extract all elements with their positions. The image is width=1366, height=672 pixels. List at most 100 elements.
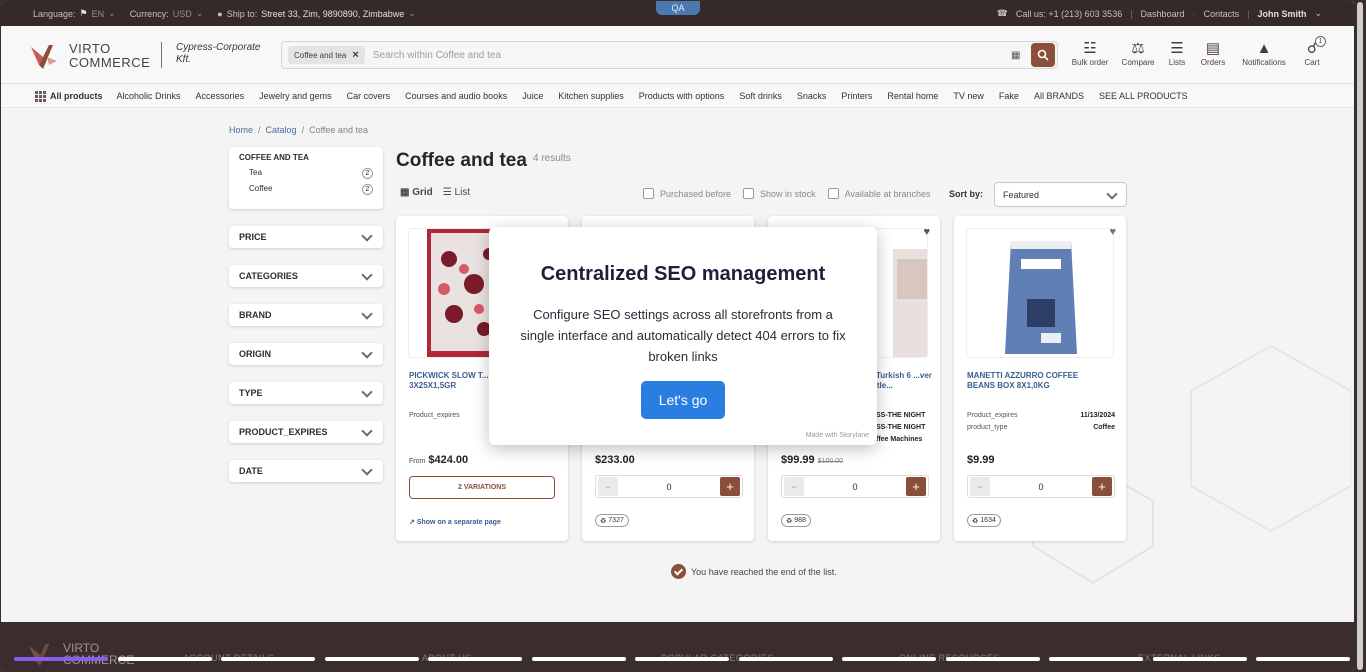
wishlist-heart-icon[interactable]: ♥ xyxy=(1109,226,1116,238)
show-on-separate-page-link[interactable]: ↗ Show on a separate page xyxy=(409,518,501,526)
footer-logo[interactable]: VIRTOCOMMERCE xyxy=(29,642,134,666)
language-selector[interactable]: Language: ⚑ EN ⌄ xyxy=(33,8,116,19)
page-scrollbar[interactable] xyxy=(1354,0,1366,672)
currency-selector[interactable]: Currency: USD ⌄ xyxy=(130,8,204,19)
progress-segment-active xyxy=(14,657,108,661)
lets-go-button[interactable]: Let's go xyxy=(641,381,725,419)
increase-button[interactable]: + xyxy=(719,477,740,496)
quantity-stepper[interactable]: − 0 + xyxy=(967,475,1115,498)
compare-button[interactable]: ⚖ Compare xyxy=(1114,40,1162,67)
quantity-value[interactable]: 0 xyxy=(1038,482,1043,492)
grid-view-button[interactable]: ▦ Grid xyxy=(400,187,433,198)
decrease-button[interactable]: − xyxy=(970,477,990,496)
barcode-scanner-icon[interactable]: ▦ xyxy=(1011,50,1031,61)
currency-label: Currency: xyxy=(129,8,169,19)
product-image[interactable] xyxy=(966,228,1114,358)
quantity-value[interactable]: 0 xyxy=(852,482,857,492)
notifications-icon: ▲ xyxy=(1256,40,1272,57)
product-card[interactable]: ♥ MANETTI AZZURRO COFFEE BEANS BOX 8X1,0… xyxy=(954,216,1126,541)
notifications-button[interactable]: ▲ Notifications xyxy=(1234,40,1294,67)
facet-label: PRICE xyxy=(239,232,267,242)
list-view-button[interactable]: ☰ List xyxy=(443,187,470,198)
quick-filters: Purchased before Show in stock Available… xyxy=(643,188,930,199)
show-in-stock-checkbox[interactable]: Show in stock xyxy=(743,188,816,199)
modal-body: Configure SEO settings across all storef… xyxy=(520,307,846,364)
end-of-list-text: You have reached the end of the list. xyxy=(691,566,837,577)
facet-brand[interactable]: BRAND xyxy=(229,304,383,326)
nav-all-brands[interactable]: All BRANDS xyxy=(1034,91,1084,101)
cart-button[interactable]: ☌ Cart 1 xyxy=(1294,36,1330,67)
call-label: Call us: xyxy=(1015,8,1046,19)
category-item-tea[interactable]: Tea 2 xyxy=(239,168,373,179)
purchased-before-checkbox[interactable]: Purchased before xyxy=(643,188,731,199)
orders-button[interactable]: ▤ Orders xyxy=(1192,40,1234,67)
increase-button[interactable]: + xyxy=(905,477,926,496)
nav-products-with-options[interactable]: Products with options xyxy=(639,91,725,101)
search-filter-chip[interactable]: Coffee and tea × xyxy=(288,46,365,64)
breadcrumb-catalog[interactable]: Catalog xyxy=(266,125,297,135)
ship-to-selector[interactable]: ● Ship to: Street 33, Zim, 9890890, Zimb… xyxy=(217,8,416,19)
facet-categories[interactable]: CATEGORIES xyxy=(229,265,383,287)
bulk-order-button[interactable]: ☳ Bulk order xyxy=(1066,40,1114,67)
facet-type[interactable]: TYPE xyxy=(229,382,383,404)
nav-snacks[interactable]: Snacks xyxy=(797,91,827,101)
facet-label: PRODUCT_EXPIRES xyxy=(239,427,328,437)
made-with-storylane-link[interactable]: Made with Storylane xyxy=(806,432,869,439)
call-us[interactable]: Call us: +1 (213) 603 3536 xyxy=(1016,9,1122,19)
all-products-menu[interactable]: All products xyxy=(35,90,103,102)
close-icon[interactable]: × xyxy=(352,49,358,61)
scrollbar-thumb[interactable] xyxy=(1357,2,1363,670)
nav-accessories[interactable]: Accessories xyxy=(196,91,245,101)
variations-button[interactable]: 2 VARIATIONS xyxy=(409,476,555,499)
nav-kitchen-supplies[interactable]: Kitchen supplies xyxy=(558,91,624,101)
search-button[interactable] xyxy=(1031,43,1055,67)
product-name[interactable]: MANETTI AZZURRO COFFEE BEANS BOX 8X1,0KG xyxy=(967,371,1107,391)
progress-segment xyxy=(1153,657,1247,661)
search-input[interactable]: Search within Coffee and tea xyxy=(373,50,1011,61)
sort-select[interactable]: Featured xyxy=(994,182,1127,207)
nav-alcoholic-drinks[interactable]: Alcoholic Drinks xyxy=(117,91,181,101)
dashboard-link[interactable]: Dashboard xyxy=(1141,9,1185,19)
progress-segment xyxy=(1049,657,1143,661)
nav-tv-new[interactable]: TV new xyxy=(953,91,984,101)
breadcrumb-home[interactable]: Home xyxy=(229,125,253,135)
nav-jewelry[interactable]: Jewelry and gems xyxy=(259,91,332,101)
organization-name[interactable]: Cypress-Corporate Kft. xyxy=(161,42,271,68)
search-bar[interactable]: Coffee and tea × Search within Coffee an… xyxy=(281,41,1058,69)
decrease-button[interactable]: − xyxy=(598,477,618,496)
available-at-branches-checkbox[interactable]: Available at branches xyxy=(827,188,930,199)
nav-soft-drinks[interactable]: Soft drinks xyxy=(739,91,782,101)
facet-origin[interactable]: ORIGIN xyxy=(229,343,383,365)
footer: VIRTOCOMMERCE ACCOUNT DETAILS ABOUT US P… xyxy=(1,622,1354,671)
quantity-value[interactable]: 0 xyxy=(666,482,671,492)
nav-fake[interactable]: Fake xyxy=(999,91,1019,101)
quantity-stepper[interactable]: − 0 + xyxy=(595,475,743,498)
logo[interactable]: VIRTO COMMERCE xyxy=(31,42,150,70)
facet-product-expires[interactable]: PRODUCT_EXPIRES xyxy=(229,421,383,443)
contacts-link[interactable]: Contacts xyxy=(1204,9,1240,19)
increase-button[interactable]: + xyxy=(1091,477,1112,496)
property-value: 11/13/2024 xyxy=(1080,412,1115,419)
facet-date[interactable]: DATE xyxy=(229,460,383,482)
nav-car-covers[interactable]: Car covers xyxy=(347,91,391,101)
decrease-button[interactable]: − xyxy=(784,477,804,496)
wishlist-heart-icon[interactable]: ♥ xyxy=(923,226,930,238)
facet-price[interactable]: PRICE xyxy=(229,226,383,248)
nav-printers[interactable]: Printers xyxy=(841,91,872,101)
user-menu[interactable]: John Smith xyxy=(1257,9,1306,19)
nav-see-all-products[interactable]: SEE ALL PRODUCTS xyxy=(1099,91,1188,101)
nav-rental-home[interactable]: Rental home xyxy=(887,91,938,101)
nav-courses[interactable]: Courses and audio books xyxy=(405,91,507,101)
quantity-stepper[interactable]: − 0 + xyxy=(781,475,929,498)
coffee-bag-image xyxy=(1005,241,1077,354)
phone-number: +1 (213) 603 3536 xyxy=(1048,8,1123,19)
chevron-down-icon: ⌄ xyxy=(408,8,416,18)
category-item-coffee[interactable]: Coffee 2 xyxy=(239,184,373,195)
nav-juice[interactable]: Juice xyxy=(522,91,543,101)
category-title[interactable]: COFFEE AND TEA xyxy=(239,153,373,162)
category-count: 2 xyxy=(362,184,373,195)
category-tree: COFFEE AND TEA Tea 2 Coffee 2 xyxy=(229,147,383,209)
breadcrumb-current: Coffee and tea xyxy=(309,125,368,135)
lists-button[interactable]: ☰ Lists xyxy=(1162,40,1192,67)
stock-icon: ♻ xyxy=(786,517,793,525)
